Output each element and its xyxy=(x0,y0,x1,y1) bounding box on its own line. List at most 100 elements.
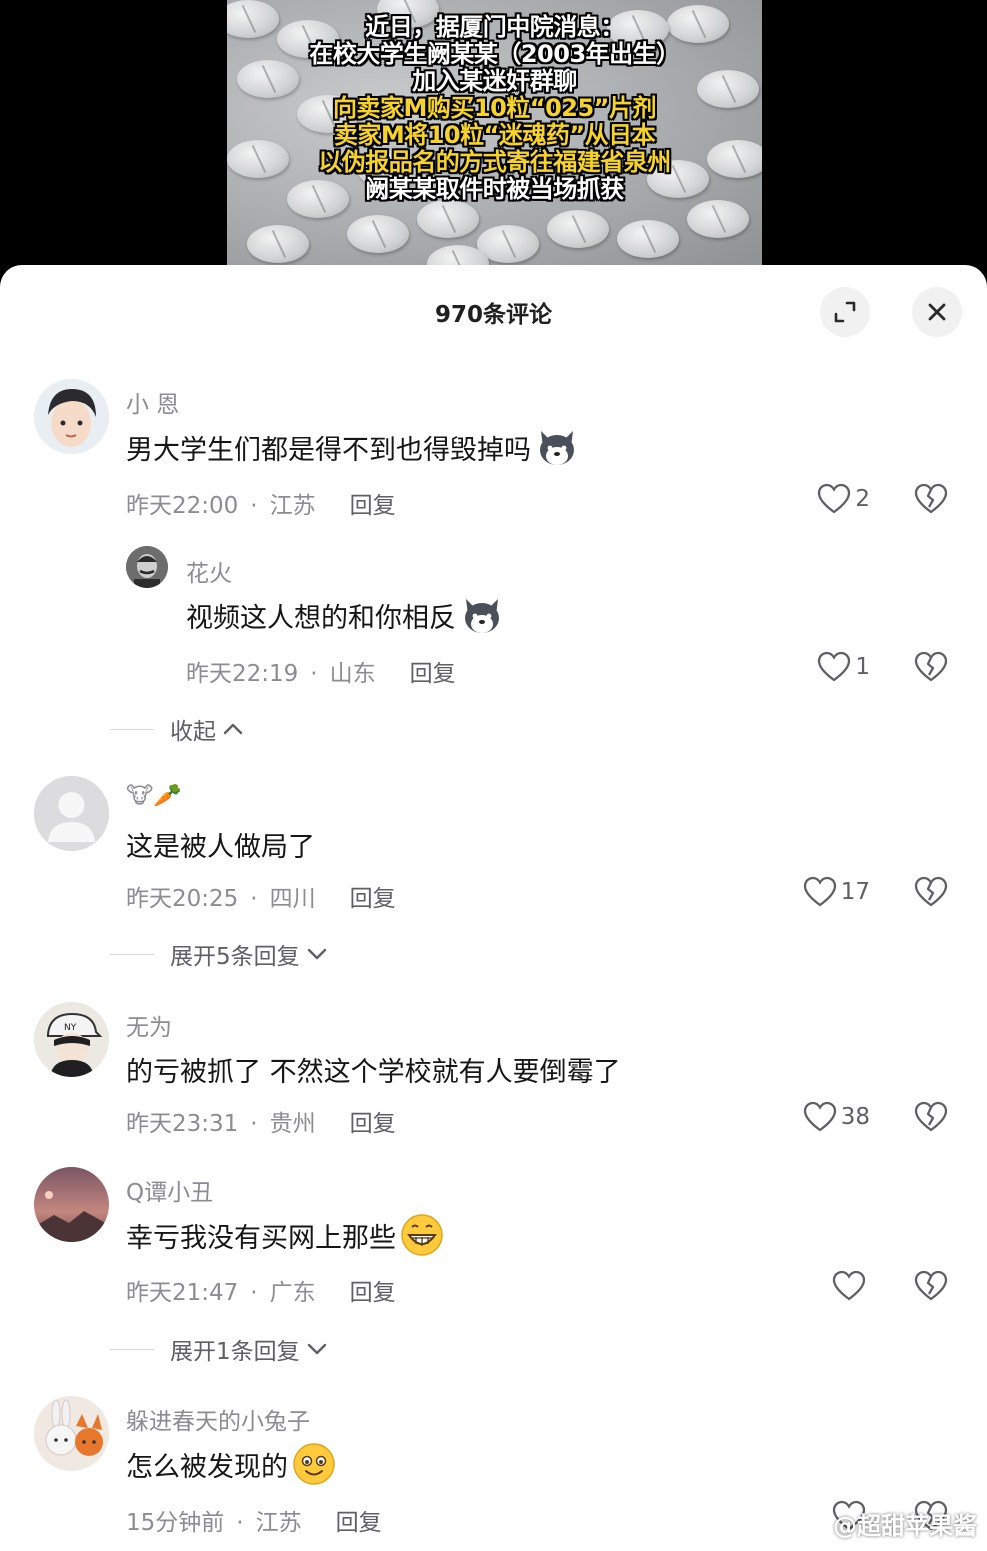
avatar[interactable] xyxy=(34,776,109,851)
pill-image xyxy=(347,215,409,253)
meta-dot: · xyxy=(250,1111,258,1137)
meta-dot: · xyxy=(310,661,318,687)
comment-username[interactable]: 无为 xyxy=(126,1008,172,1042)
pill-image xyxy=(687,200,749,238)
comment-text-body: 幸亏我没有买网上那些 xyxy=(126,1222,396,1254)
reply-button[interactable]: 回复 xyxy=(350,1111,396,1137)
avatar[interactable]: NY xyxy=(34,1002,109,1077)
expand-icon xyxy=(834,301,856,323)
comment-time: 昨天22:00 xyxy=(126,493,239,519)
like-count: 1 xyxy=(855,654,870,680)
reply-button[interactable]: 回复 xyxy=(350,1280,396,1306)
expand-replies-button[interactable]: 展开1条回复 xyxy=(110,1332,328,1366)
comment-region: 江苏 xyxy=(255,1510,302,1536)
comment-region: 四川 xyxy=(269,886,316,912)
like-count: 17 xyxy=(840,879,870,905)
heart-icon xyxy=(818,651,851,682)
comment-text-body: 怎么被发现的 xyxy=(126,1451,288,1483)
comment-time: 15分钟前 xyxy=(126,1510,225,1536)
avatar-cap-boy-image: NY xyxy=(34,1002,109,1077)
comment-panel: 970条评论 小 恩 男大学生们都是得不到也得毁掉吗 昨天22:00 · 江苏 … xyxy=(0,265,987,1551)
expand-button[interactable] xyxy=(820,287,870,337)
husky-emoji xyxy=(465,599,499,633)
fold-divider xyxy=(110,728,154,730)
fold-divider xyxy=(110,953,154,955)
avatar-portrait-image xyxy=(126,546,168,588)
chevron-down-icon xyxy=(307,1343,326,1355)
like-button[interactable]: 2 xyxy=(800,482,870,516)
fold-divider xyxy=(110,1348,154,1350)
caption-line: 向卖家M购买10粒“025”片剂 xyxy=(333,94,656,122)
comment-region: 广东 xyxy=(269,1280,316,1306)
svg-text:NY: NY xyxy=(64,1023,77,1033)
avatar[interactable] xyxy=(34,379,109,454)
like-button[interactable] xyxy=(800,1269,870,1303)
heart-icon xyxy=(818,483,851,514)
comment-meta: 15分钟前 · 江苏 回复 xyxy=(126,1503,382,1537)
caption-line: 以伪报品名的方式寄往福建省泉州 xyxy=(318,148,671,176)
reply-button[interactable]: 回复 xyxy=(336,1510,382,1536)
caption-line: 在校大学生阙某某（2003年出生） xyxy=(309,40,680,68)
comment-meta: 昨天21:47 · 广东 回复 xyxy=(126,1273,396,1307)
caption-line: 阙某某取件时被当场抓获 xyxy=(365,175,624,203)
comment-meta: 昨天22:00 · 江苏 回复 xyxy=(126,486,396,520)
avatar[interactable] xyxy=(126,546,168,588)
comment-username[interactable]: 躲进春天的小兔子 xyxy=(126,1402,310,1436)
pill-image xyxy=(417,200,479,238)
like-button[interactable]: 17 xyxy=(790,875,870,909)
comment-text: 这是被人做局了 xyxy=(126,832,315,863)
meta-dot: · xyxy=(250,1280,258,1306)
avatar-boy-image xyxy=(34,379,109,454)
avatar[interactable] xyxy=(34,1396,109,1471)
video-caption: 近日，据厦门中院消息： 在校大学生阙某某（2003年出生） 加入某迷奸群聊 向卖… xyxy=(227,14,762,203)
smile-emoji xyxy=(293,1443,335,1485)
caption-line: 近日，据厦门中院消息： xyxy=(365,13,624,41)
pill-image xyxy=(617,220,679,258)
like-button[interactable]: 38 xyxy=(780,1100,870,1134)
comment-text: 幸亏我没有买网上那些 xyxy=(126,1213,444,1257)
comment-text-body: 男大学生们都是得不到也得毁掉吗 xyxy=(126,434,531,466)
close-button[interactable] xyxy=(912,287,962,337)
pill-image xyxy=(247,225,309,263)
expand-replies-button[interactable]: 展开5条回复 xyxy=(110,937,328,971)
comment-time: 昨天21:47 xyxy=(126,1280,239,1306)
expand-label: 展开5条回复 xyxy=(170,944,300,970)
dislike-icon[interactable] xyxy=(914,1269,948,1303)
dislike-icon[interactable] xyxy=(914,650,948,684)
comment-username[interactable]: 小 恩 xyxy=(126,385,179,419)
like-button[interactable]: 1 xyxy=(800,650,870,684)
chevron-down-icon xyxy=(307,948,326,960)
avatar-sunset-image xyxy=(34,1167,109,1242)
chevron-up-icon xyxy=(223,723,243,735)
pill-image xyxy=(547,210,609,248)
husky-emoji xyxy=(540,431,574,465)
comment-username[interactable]: 🐮🥕 xyxy=(126,782,182,809)
like-count: 38 xyxy=(840,1104,870,1130)
dislike-icon[interactable] xyxy=(914,1100,948,1134)
weibo-watermark: @超甜苹果酱 xyxy=(833,1512,977,1540)
dislike-icon[interactable] xyxy=(914,875,948,909)
meta-dot: · xyxy=(236,1510,244,1536)
heart-icon xyxy=(803,876,836,907)
comment-meta: 昨天20:25 · 四川 回复 xyxy=(126,879,396,913)
reply-button[interactable]: 回复 xyxy=(350,886,396,912)
heart-icon xyxy=(832,1270,866,1301)
reply-button[interactable]: 回复 xyxy=(410,661,456,687)
avatar[interactable] xyxy=(34,1167,109,1242)
dislike-icon[interactable] xyxy=(914,482,948,516)
comment-text-body: 视频这人想的和你相反 xyxy=(186,602,456,634)
comment-text: 视频这人想的和你相反 xyxy=(186,593,504,637)
caption-line: 加入某迷奸群聊 xyxy=(412,67,577,95)
comment-username[interactable]: 花火 xyxy=(186,554,232,588)
like-count: 2 xyxy=(855,486,870,512)
comment-region: 贵州 xyxy=(269,1111,316,1137)
avatar-bunny-fox-image xyxy=(34,1396,109,1471)
video-preview[interactable]: 近日，据厦门中院消息： 在校大学生阙某某（2003年出生） 加入某迷奸群聊 向卖… xyxy=(227,0,762,275)
comment-region: 山东 xyxy=(329,661,376,687)
comment-time: 昨天20:25 xyxy=(126,886,239,912)
expand-label: 展开1条回复 xyxy=(170,1339,300,1365)
comment-username[interactable]: Q谭小丑 xyxy=(126,1173,213,1207)
collapse-replies-button[interactable]: 收起 xyxy=(110,712,244,746)
reply-button[interactable]: 回复 xyxy=(350,493,396,519)
comment-text: 男大学生们都是得不到也得毁掉吗 xyxy=(126,425,579,469)
